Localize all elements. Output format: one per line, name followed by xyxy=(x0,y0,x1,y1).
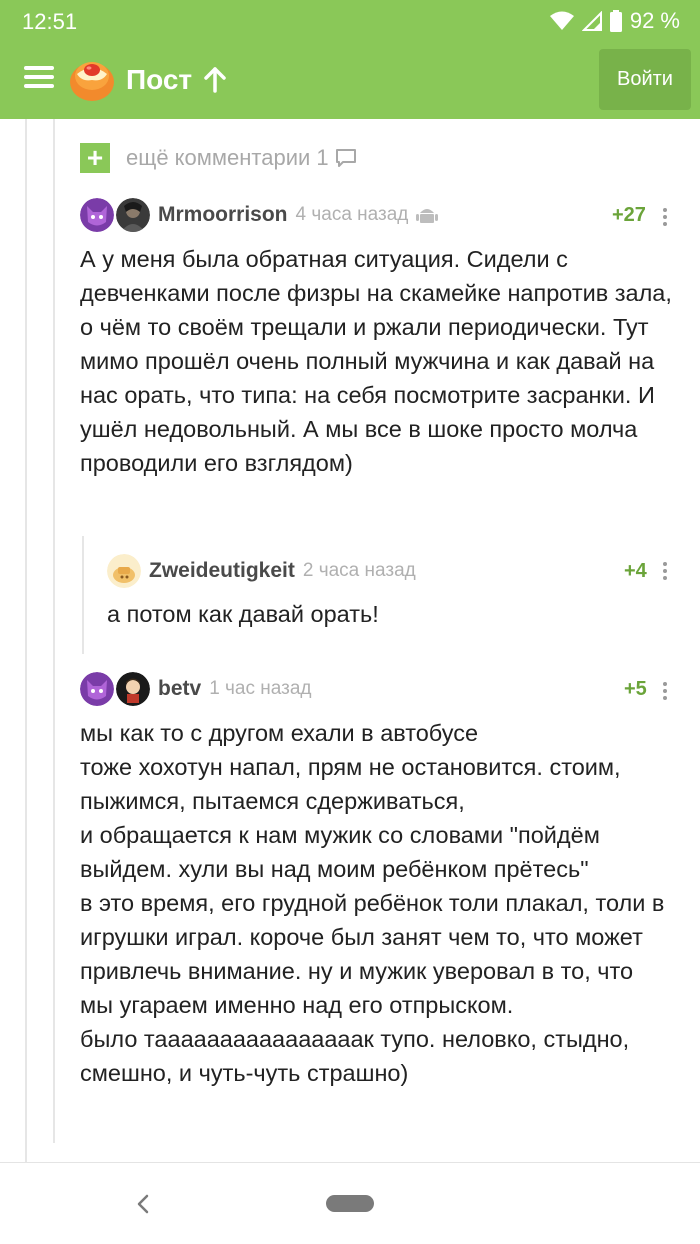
back-icon[interactable] xyxy=(133,1193,153,1215)
more-options-icon[interactable] xyxy=(662,682,668,702)
page-title: Пост xyxy=(126,64,193,95)
wifi-icon xyxy=(549,11,574,30)
battery-icon xyxy=(609,10,622,32)
thread-line-outer xyxy=(25,119,27,1162)
comment-author[interactable]: betv xyxy=(158,677,201,701)
comment-header: Zweideutigkeit 2 часа назад xyxy=(107,554,416,588)
signal-icon xyxy=(581,11,602,31)
comment-time: 2 часа назад xyxy=(302,560,416,581)
more-comments-count: 1 xyxy=(316,145,329,170)
arrow-up-icon[interactable] xyxy=(202,66,228,94)
comment-author[interactable]: Mrmoorrison xyxy=(158,203,288,227)
avatar[interactable] xyxy=(107,554,141,588)
comment-time: 4 часа назад xyxy=(295,204,409,225)
comment-header: betv 1 час назад xyxy=(80,672,312,706)
plus-icon: + xyxy=(80,143,110,173)
thread-line-inner xyxy=(53,119,55,1143)
comment-icon xyxy=(335,149,356,167)
system-nav-bar xyxy=(0,1162,700,1244)
comment-rating: +27 xyxy=(612,204,646,226)
battery-level: 92 % xyxy=(629,8,680,33)
comment-author[interactable]: Zweideutigkeit xyxy=(149,559,295,583)
comment-rating: +5 xyxy=(624,678,647,700)
home-button[interactable] xyxy=(326,1195,374,1212)
more-comments-button[interactable]: + ещё комментарии 1 xyxy=(80,143,357,173)
comment-header: Mrmoorrison 4 часа назад xyxy=(80,198,439,232)
login-button[interactable]: Войти xyxy=(599,49,691,110)
more-options-icon[interactable] xyxy=(662,208,668,228)
avatar[interactable] xyxy=(116,672,150,706)
comment-time: 1 час назад xyxy=(209,678,312,699)
comment-text: мы как то с другом ехали в автобусе тоже… xyxy=(80,720,665,1086)
avatar[interactable] xyxy=(80,672,114,706)
thread-line-reply xyxy=(82,536,84,654)
more-options-icon[interactable] xyxy=(662,562,668,582)
android-icon xyxy=(416,209,439,223)
toolbar: Пост Войти xyxy=(0,42,700,119)
logo-icon xyxy=(70,62,114,101)
app-bar: 12:51 92 % Пост Войти xyxy=(0,0,700,119)
avatar[interactable] xyxy=(80,198,114,232)
comment-rating: +4 xyxy=(624,560,647,582)
status-bar: 12:51 92 % xyxy=(0,0,700,42)
status-time: 12:51 xyxy=(22,9,78,34)
avatar[interactable] xyxy=(116,198,150,232)
comment-text: А у меня была обратная ситуация. Сидели … xyxy=(80,246,672,476)
menu-icon[interactable] xyxy=(24,66,54,92)
comment-text: а потом как давай орать! xyxy=(107,601,379,627)
status-icons: 92 % xyxy=(549,8,680,34)
more-comments-label: ещё комментарии xyxy=(126,145,311,170)
